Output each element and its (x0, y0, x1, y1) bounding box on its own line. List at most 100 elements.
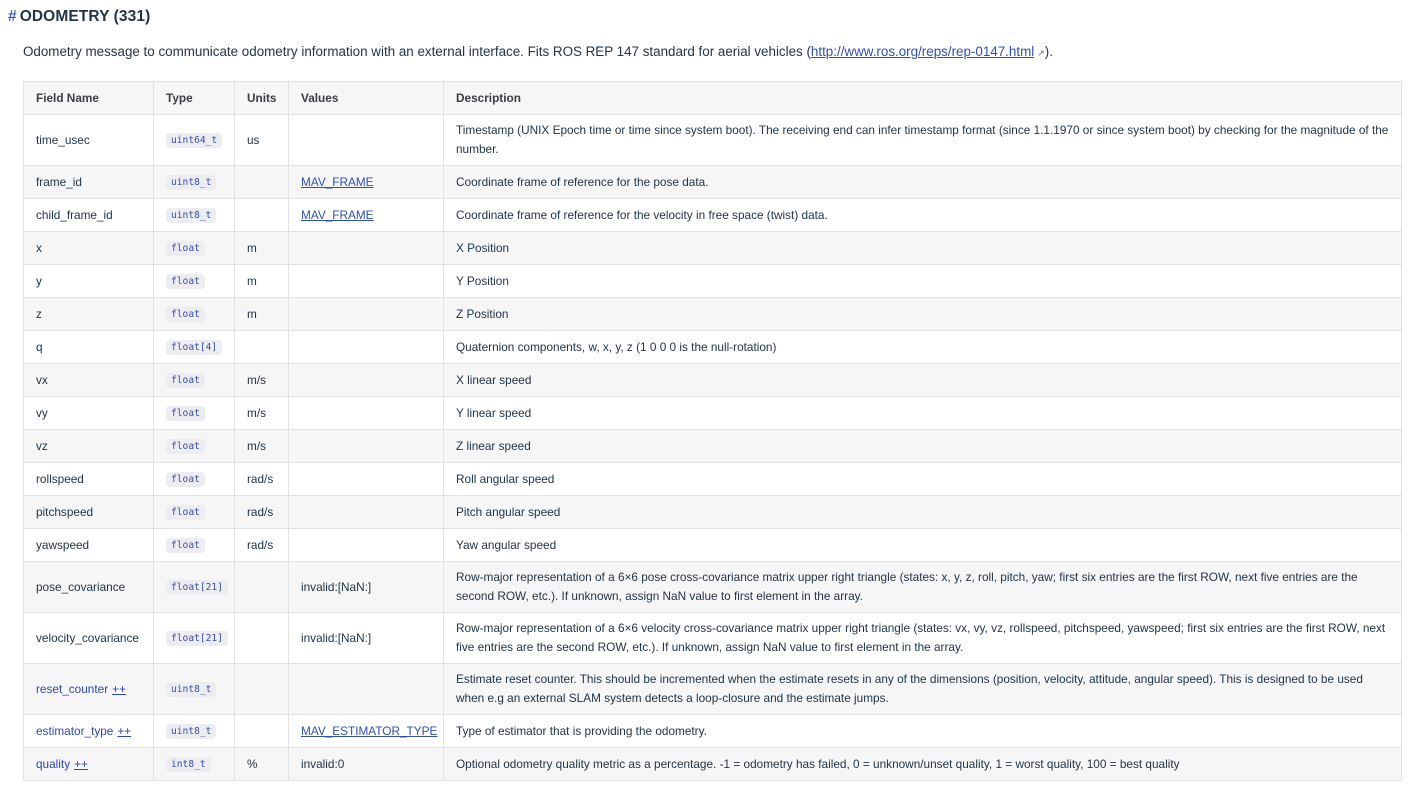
field-type-cell: float (153, 429, 235, 463)
field-name: time_usec (23, 114, 154, 166)
table-row: x float m X Position (23, 231, 1402, 265)
field-description: Estimate reset counter. This should be i… (443, 663, 1402, 715)
field-values: MAV_FRAME (288, 198, 444, 232)
field-type: float (166, 406, 205, 421)
field-description: Z linear speed (443, 429, 1402, 463)
field-type-cell: float (153, 396, 235, 430)
field-description: Timestamp (UNIX Epoch time or time since… (443, 114, 1402, 166)
field-description: Quaternion components, w, x, y, z (1 0 0… (443, 330, 1402, 364)
field-description: Y linear speed (443, 396, 1402, 430)
field-values (288, 396, 444, 430)
field-name: rollspeed (23, 462, 154, 496)
field-units: rad/s (234, 528, 289, 562)
table-row: reset_counter ++ uint8_t Estimate reset c… (23, 663, 1402, 715)
field-units: m (234, 264, 289, 298)
field-name: y (23, 264, 154, 298)
field-values (288, 528, 444, 562)
field-name: pitchspeed (23, 495, 154, 529)
field-type: uint8_t (166, 724, 217, 739)
field-name-cell: quality ++ (23, 747, 154, 781)
field-type-cell: int8_t (153, 747, 235, 781)
field-type: float (166, 373, 205, 388)
table-header-row: Field Name Type Units Values Description (23, 81, 1402, 115)
field-type-cell: float (153, 528, 235, 562)
external-link-icon: ↗ (1037, 48, 1045, 58)
field-type: float[21] (166, 631, 228, 646)
field-units: rad/s (234, 462, 289, 496)
field-type-cell: float (153, 264, 235, 298)
header-field-name: Field Name (23, 81, 154, 115)
field-type-cell: uint64_t (153, 114, 235, 166)
table-row: estimator_type ++ uint8_t MAV_ESTIMATOR_T… (23, 714, 1402, 748)
message-title: ODOMETRY (331) (19, 8, 151, 25)
field-name: q (23, 330, 154, 364)
field-values: MAV_FRAME (288, 165, 444, 199)
message-heading: # ODOMETRY (331) (8, 8, 150, 26)
table-row: child_frame_id uint8_t MAV_FRAME Coordin… (23, 198, 1402, 232)
field-name: vx (23, 363, 154, 397)
field-description: Row-major representation of a 6×6 veloci… (443, 612, 1402, 664)
field-type: uint8_t (166, 208, 217, 223)
field-type-cell: float[21] (153, 561, 235, 613)
field-type-cell: uint8_t (153, 714, 235, 748)
table-row: y float m Y Position (23, 264, 1402, 298)
field-name: x (23, 231, 154, 265)
field-units (234, 198, 289, 232)
field-units (234, 714, 289, 748)
field-type-cell: float[4] (153, 330, 235, 364)
table-row: z float m Z Position (23, 297, 1402, 331)
field-type: float (166, 274, 205, 289)
field-type: float[21] (166, 580, 228, 595)
field-units: m/s (234, 429, 289, 463)
field-name: velocity_covariance (23, 612, 154, 664)
intro-text-end: ). (1044, 44, 1053, 59)
extension-field-link[interactable]: ++ (117, 724, 131, 738)
field-name-cell: reset_counter ++ (23, 663, 154, 715)
field-values: invalid:[NaN:] (288, 612, 444, 664)
field-values: invalid:[NaN:] (288, 561, 444, 613)
field-values (288, 297, 444, 331)
field-values (288, 330, 444, 364)
anchor-hash-link[interactable]: # (8, 8, 17, 25)
field-description: Type of estimator that is providing the … (443, 714, 1402, 748)
mav-frame-link[interactable]: MAV_FRAME (301, 175, 374, 189)
field-name: z (23, 297, 154, 331)
mav-estimator-type-link[interactable]: MAV_ESTIMATOR_TYPE (301, 724, 437, 738)
table-row: velocity_covariance float[21] invalid:[N… (23, 612, 1402, 664)
table-row: pitchspeed float rad/s Pitch angular spe… (23, 495, 1402, 529)
mav-frame-link[interactable]: MAV_FRAME (301, 208, 374, 222)
ros-rep-link[interactable]: http://www.ros.org/reps/rep-0147.html (811, 44, 1034, 59)
field-type: float (166, 439, 205, 454)
message-description: Odometry message to communicate odometry… (23, 44, 1053, 59)
field-name: pose_covariance (23, 561, 154, 613)
field-type: uint8_t (166, 175, 217, 190)
intro-text: Odometry message to communicate odometry… (23, 44, 811, 59)
field-description: Yaw angular speed (443, 528, 1402, 562)
table-row: rollspeed float rad/s Roll angular speed (23, 462, 1402, 496)
extension-field-link[interactable]: ++ (74, 757, 88, 771)
field-type-cell: uint8_t (153, 198, 235, 232)
field-name: quality (36, 756, 71, 771)
header-values: Values (288, 81, 444, 115)
field-values: MAV_ESTIMATOR_TYPE (288, 714, 444, 748)
field-units: m/s (234, 396, 289, 430)
table-row: time_usec uint64_t us Timestamp (UNIX Ep… (23, 114, 1402, 166)
field-type-cell: float (153, 231, 235, 265)
field-units: us (234, 114, 289, 166)
field-description: Optional odometry quality metric as a pe… (443, 747, 1402, 781)
extension-field-link[interactable]: ++ (112, 682, 126, 696)
field-description: X Position (443, 231, 1402, 265)
field-type: float (166, 538, 205, 553)
field-units (234, 330, 289, 364)
field-name: estimator_type (36, 723, 114, 738)
field-values (288, 231, 444, 265)
field-name: frame_id (23, 165, 154, 199)
field-units: m/s (234, 363, 289, 397)
field-description: Z Position (443, 297, 1402, 331)
field-description: X linear speed (443, 363, 1402, 397)
field-values (288, 363, 444, 397)
field-description: Coordinate frame of reference for the po… (443, 165, 1402, 199)
table-row: quality ++ int8_t % invalid:0 Optional od… (23, 747, 1402, 781)
field-type: uint64_t (166, 133, 223, 148)
field-name: child_frame_id (23, 198, 154, 232)
